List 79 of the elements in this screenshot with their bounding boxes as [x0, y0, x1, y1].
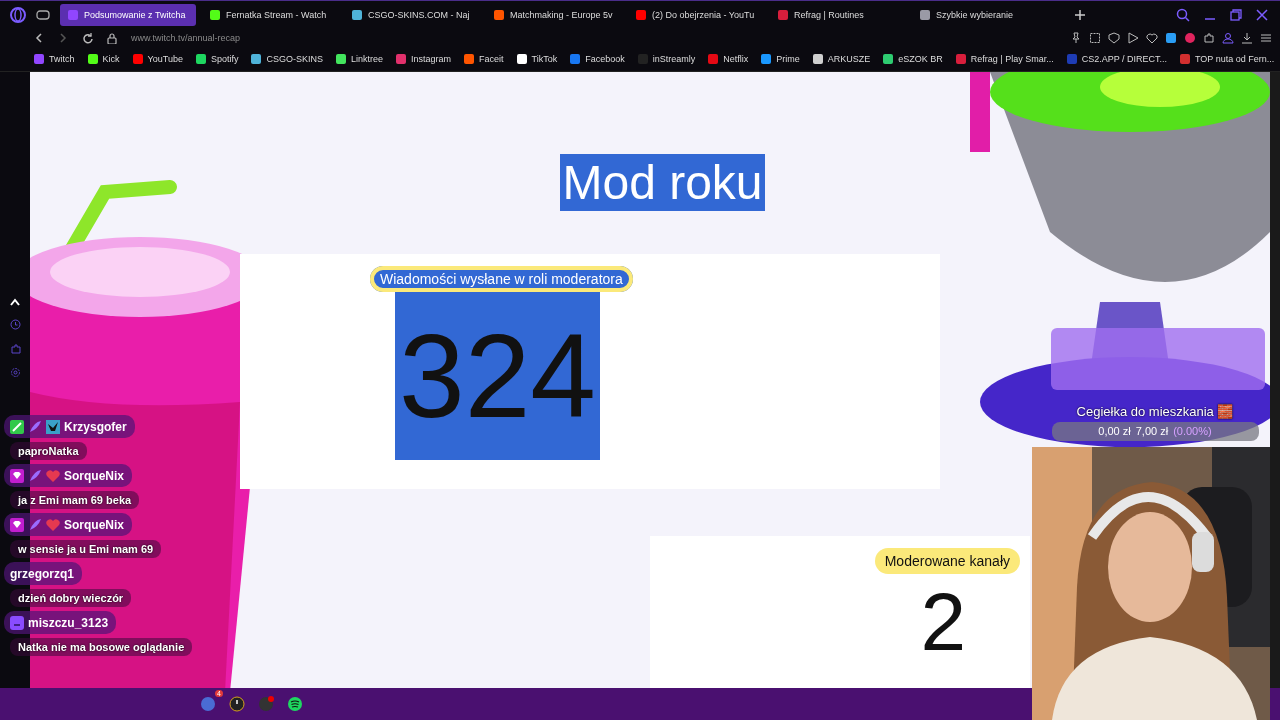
bookmark[interactable]: Facebook: [570, 54, 625, 64]
heart-icon: [46, 468, 60, 483]
bookmark[interactable]: ARKUSZE: [812, 54, 871, 64]
chat-username: Krzysgofer: [64, 419, 127, 434]
bookmark[interactable]: Spotify: [195, 54, 239, 64]
bookmark[interactable]: CS2.APP / DIRECT...: [1066, 54, 1168, 64]
heart-icon: [46, 517, 60, 532]
bookmark[interactable]: Linktree: [335, 54, 383, 64]
record-app-icon[interactable]: [258, 696, 274, 712]
browser-tab[interactable]: Fernatka Stream - Watch: [202, 4, 338, 26]
goal-percent: (0.00%): [1173, 424, 1212, 439]
bookmark[interactable]: Instagram: [395, 54, 451, 64]
play-icon[interactable]: [1127, 32, 1139, 44]
heart-icon[interactable]: [1146, 32, 1158, 44]
stat-label: Moderowane kanały: [874, 548, 1020, 574]
record-icon[interactable]: [1184, 32, 1196, 44]
bookmark[interactable]: YouTube: [132, 54, 183, 64]
feather-icon: [28, 468, 42, 483]
shield-icon[interactable]: [1108, 32, 1120, 44]
feather-icon: [28, 517, 42, 532]
scrollbar[interactable]: [1270, 72, 1280, 688]
bookmark[interactable]: Kick: [87, 54, 120, 64]
chat-username: SorqueNix: [64, 517, 124, 532]
bookmark[interactable]: TOP nuta od Fern...: [1180, 54, 1275, 64]
profile-icon[interactable]: [1222, 32, 1234, 44]
bookmark[interactable]: TikTok: [516, 54, 558, 64]
bookmark[interactable]: Refrag | Play Smar...: [955, 54, 1054, 64]
chat-message: paproNatka: [10, 442, 87, 460]
close-icon[interactable]: [1256, 9, 1268, 21]
search-icon[interactable]: [1176, 8, 1190, 22]
chat-message: ja z Emi mam 69 beka: [10, 491, 140, 509]
browser-tab[interactable]: Refrag | Routines: [770, 4, 906, 26]
lock-icon: [107, 32, 117, 44]
new-tab-icon[interactable]: [1074, 9, 1086, 21]
sword-icon: [10, 419, 24, 434]
bookmark[interactable]: Netflix: [708, 54, 749, 64]
bookmark[interactable]: Faceit: [464, 54, 504, 64]
menu-icon[interactable]: [1260, 32, 1272, 44]
chat-username: miszczu_3123: [28, 615, 109, 630]
browser-tab[interactable]: Podsumowanie z Twitcha: [60, 4, 196, 26]
chat-username: grzegorzq1: [10, 566, 74, 581]
feather-icon: [28, 419, 42, 434]
chat-message: dzień dobry wieczór: [10, 589, 132, 607]
browser-tab[interactable]: CSGO-SKINS.COM - Naj: [344, 4, 480, 26]
gamepad-icon[interactable]: [36, 10, 50, 20]
chat-message: w sensie ja u Emi mam 69: [10, 540, 162, 558]
chat-username: SorqueNix: [64, 468, 124, 483]
download-icon[interactable]: [1241, 32, 1253, 44]
recap-title: Mod roku: [560, 154, 765, 211]
bookmark[interactable]: inStreamly: [637, 54, 696, 64]
forward-icon[interactable]: [58, 33, 68, 43]
stat-value: 324: [395, 292, 600, 460]
stat-label: Wiadomości wysłane w roli moderatora: [370, 266, 633, 292]
restore-icon[interactable]: [1230, 9, 1242, 21]
chat-app-icon[interactable]: [200, 696, 216, 712]
caret-icon[interactable]: [10, 298, 20, 306]
goal-current: 0,00 zł: [1098, 424, 1131, 439]
address-field[interactable]: www.twitch.tv/annual-recap: [131, 33, 241, 43]
reload-icon[interactable]: [82, 32, 93, 44]
music-app-icon[interactable]: [287, 696, 303, 712]
browser-tab[interactable]: Matchmaking - Europe 5v: [486, 4, 622, 26]
goal-title: Cegiełka do mieszkania 🧱: [1076, 404, 1234, 419]
bookmark[interactable]: Prime: [761, 54, 800, 64]
browser-tab[interactable]: Szybkie wybieranie: [912, 4, 1048, 26]
goal-target: 7,00 zł: [1135, 424, 1169, 439]
bookmark[interactable]: eSZOK BR: [883, 54, 943, 64]
bookmark[interactable]: CSGO-SKINS: [251, 54, 323, 64]
browser-tab[interactable]: (2) Do obejrzenia - YouTu: [628, 4, 764, 26]
screenshot-icon[interactable]: [1089, 32, 1101, 44]
chat-message: Natka nie ma bosowe oglądanie: [10, 638, 193, 656]
bird-icon: [46, 419, 60, 434]
bookmark[interactable]: Twitch: [34, 54, 75, 64]
power-icon[interactable]: [229, 696, 245, 712]
clock-icon[interactable]: [9, 319, 21, 330]
back-icon[interactable]: [34, 33, 44, 43]
pin-icon[interactable]: [1070, 32, 1082, 44]
robot-icon: [10, 615, 24, 630]
stat-value: 2: [919, 575, 967, 669]
browser-logo-icon[interactable]: [10, 7, 26, 23]
